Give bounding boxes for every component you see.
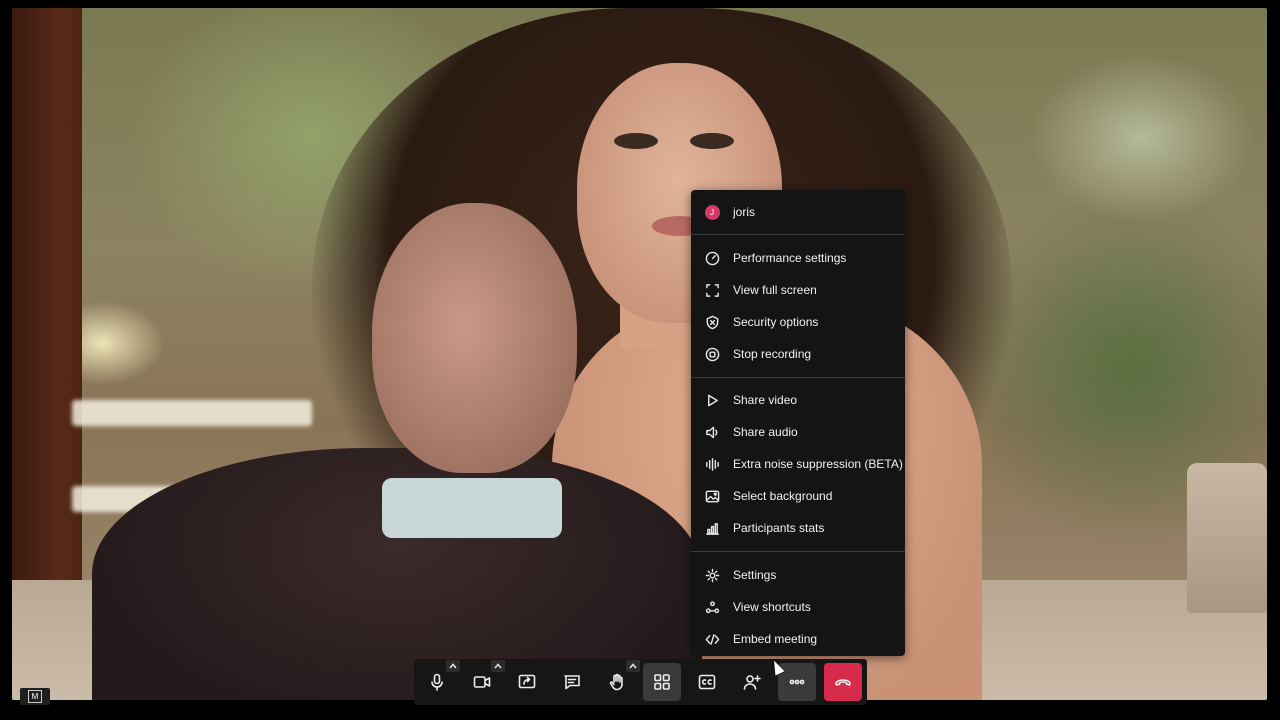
reactions-options-caret[interactable] — [626, 660, 640, 672]
menu-item-stop-recording[interactable]: Stop recording — [691, 339, 905, 369]
camera-icon — [473, 676, 491, 688]
menu-item-label: Extra noise suppression (BETA) — [733, 457, 903, 471]
record-icon — [704, 346, 720, 362]
meeting-toolbar — [414, 659, 867, 705]
raise-hand-icon — [609, 673, 623, 691]
menu-item-performance-settings[interactable]: Performance settings — [691, 243, 905, 273]
badge-label: M — [28, 690, 42, 703]
hangup-button[interactable] — [824, 663, 862, 701]
menu-divider — [691, 377, 905, 378]
menu-item-embed-meeting[interactable]: Embed meeting — [691, 624, 905, 654]
background-planter — [1187, 463, 1267, 613]
shortcuts-icon — [704, 599, 720, 615]
menu-item-label: Participants stats — [733, 521, 825, 535]
menu-item-settings[interactable]: Settings — [691, 560, 905, 590]
chevron-up-icon — [494, 663, 502, 669]
chat-button[interactable] — [553, 663, 591, 701]
menu-item-label: Share video — [733, 393, 798, 407]
menu-item-label: Share audio — [733, 425, 798, 439]
menu-item-label: View full screen — [733, 283, 817, 297]
tile-view-button[interactable] — [643, 663, 681, 701]
menu-item-label: Select background — [733, 489, 833, 503]
screen-share-button[interactable] — [508, 663, 546, 701]
gauge-icon — [704, 250, 720, 266]
menu-item-view-full-screen[interactable]: View full screen — [691, 275, 905, 305]
invite-icon — [743, 675, 761, 690]
tile-view-icon — [654, 674, 670, 690]
menu-item-select-background[interactable]: Select background — [691, 481, 905, 511]
code-icon — [704, 631, 720, 647]
more-actions-menu: J joris Performance settings View full s… — [691, 190, 905, 656]
shield-icon — [704, 314, 720, 330]
chat-icon — [564, 675, 580, 690]
menu-item-label: Stop recording — [733, 347, 812, 361]
waveform-icon — [704, 456, 720, 472]
bar-chart-icon — [704, 520, 720, 536]
gear-icon — [704, 567, 720, 583]
background-railing — [72, 400, 312, 426]
invite-button[interactable] — [733, 663, 771, 701]
participant-video-eye — [614, 133, 658, 149]
video-stage — [12, 8, 1267, 700]
play-icon — [704, 392, 720, 408]
self-view-collar — [382, 478, 562, 538]
menu-item-label: Embed meeting — [733, 632, 818, 646]
menu-item-share-audio[interactable]: Share audio — [691, 417, 905, 447]
user-avatar: J — [704, 204, 720, 220]
microphone-icon — [431, 673, 443, 691]
speaker-icon — [704, 424, 720, 440]
more-icon — [789, 679, 805, 685]
menu-divider — [691, 551, 905, 552]
menu-item-participants-stats[interactable]: Participants stats — [691, 513, 905, 543]
menu-user-profile[interactable]: J joris — [691, 197, 905, 227]
menu-divider — [691, 234, 905, 235]
closed-captions-button[interactable] — [688, 663, 726, 701]
chevron-up-icon — [449, 663, 457, 669]
menu-item-label: Performance settings — [733, 251, 847, 265]
fullscreen-icon — [704, 282, 720, 298]
menu-item-label: Security options — [733, 315, 819, 329]
menu-item-security-options[interactable]: Security options — [691, 307, 905, 337]
image-icon — [704, 488, 720, 504]
microphone-options-caret[interactable] — [446, 660, 460, 672]
menu-item-view-shortcuts[interactable]: View shortcuts — [691, 592, 905, 622]
keyboard-badge[interactable]: M — [20, 688, 50, 705]
camera-options-caret[interactable] — [491, 660, 505, 672]
participant-video-eye — [690, 133, 734, 149]
hangup-icon — [835, 679, 851, 686]
self-view-head — [372, 203, 577, 473]
screen-share-icon — [518, 674, 536, 689]
menu-item-share-video[interactable]: Share video — [691, 385, 905, 415]
menu-item-extra-noise-suppression[interactable]: Extra noise suppression (BETA) — [691, 449, 905, 479]
menu-item-label: View shortcuts — [733, 600, 811, 614]
menu-item-label: Settings — [733, 568, 777, 582]
chevron-up-icon — [629, 663, 637, 669]
user-name: joris — [733, 205, 756, 219]
closed-captions-icon — [698, 674, 716, 690]
